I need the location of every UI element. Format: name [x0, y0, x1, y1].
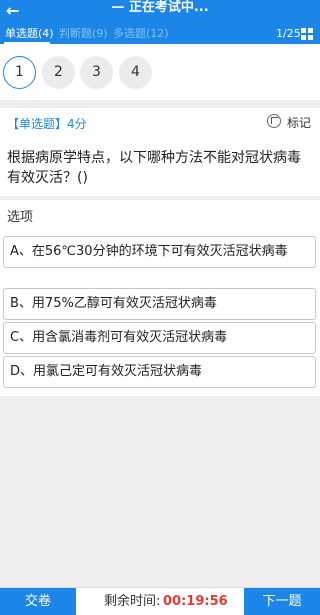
question-text: 根据病原学特点，以下哪种方法不能对冠状病毒有效灭活？()	[7, 150, 301, 186]
bottom-bar: 交卷 剩余时间: 00:19:56 下一题	[0, 587, 320, 615]
option-a[interactable]: A、在56℃30分钟的环境下可有效灭活冠状病毒	[3, 236, 316, 268]
top-bar: ← — 正在考试中... 单选题(4) 判断题(9) 多选题(12) 1/25	[0, 0, 320, 44]
question-number-4[interactable]: 4	[119, 56, 152, 89]
exam-status-title: — 正在考试中...	[111, 0, 209, 15]
grid-icon[interactable]	[301, 28, 313, 40]
submit-exam-button[interactable]: 交卷	[0, 588, 76, 615]
question-pager: 1/25	[276, 27, 301, 40]
remaining-time-value: 00:19:56	[163, 594, 228, 609]
tab-single-choice[interactable]: 单选题(4)	[5, 27, 54, 41]
question-number-3[interactable]: 3	[80, 56, 113, 89]
mark-button[interactable]: 标记	[287, 114, 311, 131]
tab-true-false[interactable]: 判断题(9)	[59, 27, 108, 41]
next-question-button[interactable]: 下一题	[244, 588, 320, 615]
option-b[interactable]: B、用75%乙醇可有效灭活冠状病毒	[3, 288, 316, 320]
question-number-2[interactable]: 2	[42, 56, 75, 89]
option-c[interactable]: C、用含氯消毒剂可有效灭活冠状病毒	[3, 322, 316, 354]
question-number-bar: 1 2 3 4	[0, 44, 320, 100]
question-card: 【单选题】4分 标记 根据病原学特点，以下哪种方法不能对冠状病毒有效灭活？()	[0, 108, 320, 196]
flag-icon[interactable]	[267, 114, 281, 128]
question-type-score: 【单选题】4分	[7, 117, 87, 131]
options-card: 选项 A、在56℃30分钟的环境下可有效灭活冠状病毒 B、用75%乙醇可有效灭活…	[0, 200, 320, 396]
tab-multiple-choice[interactable]: 多选题(12)	[113, 27, 169, 41]
remaining-time-label: 剩余时间:	[104, 594, 161, 609]
options-heading: 选项	[7, 210, 34, 225]
question-number-1[interactable]: 1	[3, 56, 36, 89]
option-d[interactable]: D、用氯己定可有效灭活冠状病毒	[3, 356, 316, 388]
